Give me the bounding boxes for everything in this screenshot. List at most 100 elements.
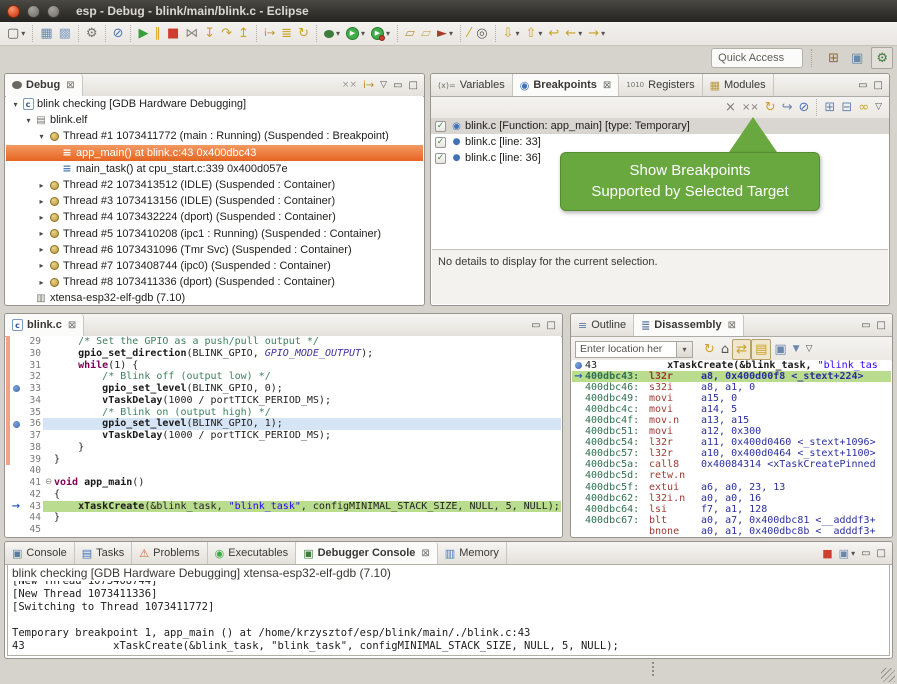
debug-tree-row[interactable]: ▸Thread #7 1073408744 (ipc0) (Suspended … [6,258,423,274]
tree-expander-icon[interactable]: ▾ [36,132,47,141]
editor-line[interactable]: 45 [6,524,561,536]
window-maximize-button[interactable] [47,5,60,18]
remove-all-terminated-icon[interactable]: ×× [339,76,360,95]
editor-gutter[interactable] [10,383,22,395]
editor-gutter[interactable] [10,512,22,524]
breakpoint-row[interactable]: ✓●blink.c [line: 33] [431,134,889,150]
refresh-icon[interactable]: ↻ [701,340,718,359]
tab-memory[interactable]: ▥Memory [438,542,507,564]
tab-close-icon[interactable]: ⊠ [68,320,76,331]
disassembly-row[interactable]: 400dbc5a:call80x40084314 <xTaskCreatePin… [572,459,891,470]
sync-active-context-icon[interactable]: ⇄ [732,339,751,360]
debug-tree-row[interactable]: ≡main_task() at cpu_start.c:339 0x400d05… [6,161,423,177]
tree-expander-icon[interactable]: ▸ [36,181,47,190]
previous-annotation-icon[interactable]: ⇧▾ [522,24,545,43]
debug-tree-row[interactable]: ▸Thread #2 1073413512 (IDLE) (Suspended … [6,177,423,193]
open-resource-icon[interactable]: ▱ [418,24,434,43]
last-edit-location-icon[interactable]: ↩ [545,24,562,43]
tab-breakpoints[interactable]: ◉Breakpoints⊠ [513,74,620,96]
view-menu-icon[interactable]: ▽ [872,98,885,117]
window-close-button[interactable] [7,5,20,18]
minimize-view-icon[interactable]: ▭ [858,544,873,563]
disassembly-row[interactable]: 400dbc57:l32ra10, 0x400d0464 <_stext+110… [572,448,891,459]
terminate-icon[interactable]: ■ [164,24,182,43]
tab-close-icon[interactable]: ⊠ [603,80,611,91]
disassembly-row[interactable]: 400dbc64:lsif7, a1, 128 [572,504,891,515]
tab-variables[interactable]: (x)=Variables [431,74,513,96]
view-menu-icon[interactable]: ▽ [377,76,390,95]
maximize-view-icon[interactable]: □ [874,316,889,335]
cpp-perspective-icon[interactable]: ▣ [847,48,867,68]
back-icon[interactable]: ←▾ [562,24,585,43]
debug-tree-row[interactable]: ▾cblink checking [GDB Hardware Debugging… [6,96,423,112]
forward-icon[interactable]: →▾ [585,24,608,43]
editor-line[interactable]: 41⊖void app_main() [6,477,561,489]
tab-blink-c[interactable]: c blink.c ⊠ [5,314,84,336]
link-with-debug-view-icon[interactable]: ∞ [855,98,872,117]
collapse-all-icon[interactable]: ⊟ [838,98,855,117]
disassembly-row[interactable]: 43 xTaskCreate(&blink_task, "blink_tas [572,360,891,371]
resume-icon[interactable]: ▶ [135,24,151,43]
show-source-icon[interactable]: ▤ [751,339,771,360]
use-step-filters-icon[interactable]: ≣ [278,24,295,43]
display-selected-console-icon[interactable]: ▣▾ [836,544,858,563]
tab-outline[interactable]: ≡Outline [571,314,634,336]
minimize-view-icon[interactable]: ▭ [528,316,543,335]
debug-icon[interactable]: ▾ [321,24,343,43]
save-all-icon[interactable]: ▩ [56,24,74,43]
expand-all-icon[interactable]: ⊞ [821,98,838,117]
home-icon[interactable]: ⌂ [718,340,732,359]
editor-gutter[interactable] [10,360,22,372]
editor-line[interactable]: →43 xTaskCreate(&blink_task, "blink_task… [6,501,561,513]
open-new-view-icon[interactable]: ▣ [771,340,789,359]
remove-breakpoint-icon[interactable]: × [722,98,739,117]
breakpoint-row[interactable]: ✓◉blink.c [Function: app_main] [type: Te… [431,118,889,134]
window-resize-grip[interactable] [881,668,895,682]
maximize-view-icon[interactable]: □ [874,544,889,563]
tab-registers[interactable]: 1010Registers [619,74,702,96]
disassembly-row[interactable]: 400dbc51:movia12, 0x300 [572,426,891,437]
new-wizard-icon[interactable]: ▢▾ [4,24,28,43]
editor-line[interactable]: 37 vTaskDelay(1000 / portTICK_PERIOD_MS)… [6,430,561,442]
debug-tree-row[interactable]: ▥xtensa-esp32-elf-gdb (7.10) [6,290,423,304]
editor-gutter[interactable] [10,442,22,454]
step-over-icon[interactable]: ↷ [218,24,235,43]
editor-gutter[interactable]: → [10,501,22,513]
pin-view-icon[interactable]: ▼ [790,340,803,359]
debug-tree-row[interactable]: ▾Thread #1 1073411772 (main : Running) (… [6,128,423,144]
external-tools-icon[interactable]: ►▾ [434,24,456,43]
show-supported-breakpoints-icon[interactable]: ↻ [762,98,779,117]
editor-line[interactable]: 35 /* Blink on (output high) */ [6,407,561,419]
editor-gutter[interactable] [10,477,22,489]
editor-gutter[interactable] [10,418,22,430]
editor-gutter[interactable] [10,371,22,383]
tree-expander-icon[interactable]: ▾ [23,116,34,125]
window-minimize-button[interactable] [27,5,40,18]
code-editor[interactable]: 29 /* Set the GPIO as a push/pull output… [6,336,561,536]
open-folder-icon[interactable]: ▱ [402,24,418,43]
tree-expander-icon[interactable]: ▸ [36,229,47,238]
terminate-console-icon[interactable]: ■ [819,544,835,563]
tree-expander-icon[interactable]: ▸ [36,213,47,222]
breakpoint-checkbox[interactable]: ✓ [435,153,446,164]
debug-tree-row[interactable]: ▸Thread #3 1073413156 (IDLE) (Suspended … [6,193,423,209]
open-perspective-icon[interactable]: ⊞ [824,48,843,68]
profile-icon[interactable]: ▶▾ [368,24,393,43]
mark-occurrences-icon[interactable]: ⁄ [465,24,473,43]
editor-gutter[interactable] [10,524,22,536]
minimize-view-icon[interactable]: ▭ [855,76,870,95]
editor-line[interactable]: 34 vTaskDelay(1000 / portTICK_PERIOD_MS)… [6,395,561,407]
suspend-icon[interactable]: ∥ [151,24,164,43]
tree-expander-icon[interactable]: ▾ [10,100,21,109]
tab-modules[interactable]: ▦Modules [703,74,774,96]
disassembly-row[interactable]: 400dbc4c:movia14, 5 [572,404,891,415]
editor-line[interactable]: 40 [6,465,561,477]
editor-line[interactable]: 29 /* Set the GPIO as a push/pull output… [6,336,561,348]
location-dropdown-icon[interactable]: ▾ [677,341,693,358]
maximize-view-icon[interactable]: □ [406,76,421,95]
editor-line[interactable]: 33 gpio_set_level(BLINK_GPIO, 0); [6,383,561,395]
editor-line[interactable]: 38 } [6,442,561,454]
disassembly-row[interactable]: 400dbc46:s32ia8, a1, 0 [572,382,891,393]
editor-gutter[interactable] [10,465,22,477]
tab-debugger-console[interactable]: ▣Debugger Console⊠ [296,542,438,564]
